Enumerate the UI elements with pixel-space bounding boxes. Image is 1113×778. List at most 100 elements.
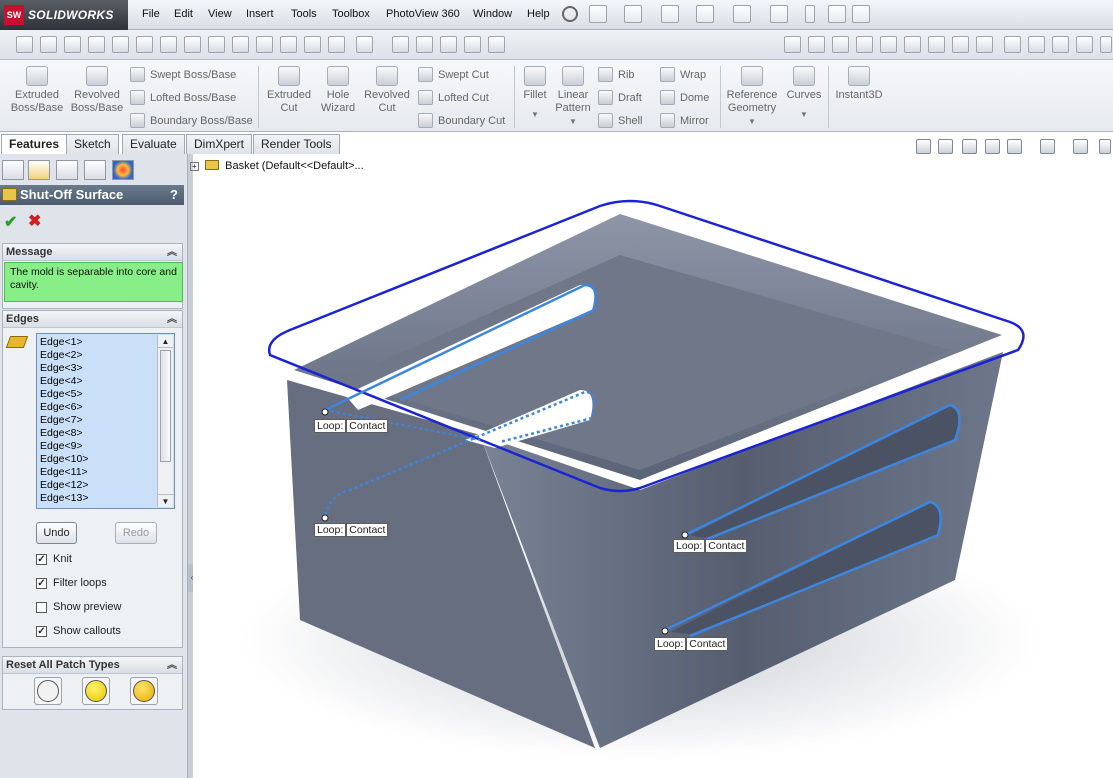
edges-group-header[interactable]: Edges ︽ bbox=[3, 311, 182, 328]
parting-lines-icon[interactable] bbox=[88, 36, 105, 53]
list-item[interactable]: Edge<1> bbox=[37, 336, 174, 349]
checkbox-box[interactable]: ✓ bbox=[36, 553, 47, 565]
structural-member-icon[interactable] bbox=[416, 36, 433, 53]
zoom-to-fit-icon[interactable] bbox=[916, 139, 931, 154]
surface-icon-7[interactable] bbox=[1076, 36, 1093, 53]
hide-show-icon[interactable] bbox=[1073, 139, 1088, 154]
scroll-thumb[interactable] bbox=[160, 350, 171, 462]
options-icon[interactable] bbox=[852, 5, 870, 23]
menu-window[interactable]: Window bbox=[473, 8, 512, 20]
callout-type-label[interactable]: Contact bbox=[686, 637, 729, 651]
undo-button[interactable]: Undo bbox=[36, 522, 77, 544]
surface-icon-6[interactable] bbox=[1052, 36, 1069, 53]
menu-tools[interactable]: Tools bbox=[291, 8, 317, 20]
collapse-chevron-icon[interactable]: ︽ bbox=[167, 657, 177, 674]
display-style-icon[interactable] bbox=[1040, 139, 1055, 154]
curves-button[interactable]: Curves ▼ bbox=[784, 66, 824, 121]
list-item[interactable]: Edge<3> bbox=[37, 362, 174, 375]
list-item[interactable]: Edge<9> bbox=[37, 440, 174, 453]
curves-dropdown-icon[interactable]: ▼ bbox=[784, 108, 824, 121]
display-manager-tab-icon[interactable] bbox=[112, 160, 134, 180]
weldments-icon[interactable] bbox=[392, 36, 409, 53]
list-item[interactable]: Edge<6> bbox=[37, 401, 174, 414]
linear-pattern-dropdown-icon[interactable]: ▼ bbox=[552, 115, 594, 128]
fillet-button[interactable]: Fillet ▼ bbox=[518, 66, 552, 121]
tab-sketch[interactable]: Sketch bbox=[66, 134, 119, 154]
property-manager-tab-icon[interactable] bbox=[28, 160, 50, 180]
checkbox-box[interactable]: ✓ bbox=[36, 577, 47, 589]
wrap-button[interactable]: Wrap bbox=[660, 67, 706, 82]
scroll-down-icon[interactable]: ▼ bbox=[158, 494, 173, 507]
filter-loops-checkbox[interactable]: ✓ Filter loops bbox=[36, 577, 107, 589]
dimxpert-manager-tab-icon[interactable] bbox=[84, 160, 106, 180]
core-icon[interactable] bbox=[232, 36, 249, 53]
callout-type-label[interactable]: Contact bbox=[346, 523, 389, 537]
sheet-metal-icon-6[interactable] bbox=[904, 36, 921, 53]
lofted-boss-button[interactable]: Lofted Boss/Base bbox=[130, 90, 236, 105]
list-item[interactable]: Edge<11> bbox=[37, 466, 174, 479]
menu-help[interactable]: Help bbox=[527, 8, 550, 20]
show-preview-checkbox[interactable]: Show preview bbox=[36, 601, 121, 613]
surface-icon-3[interactable] bbox=[976, 36, 993, 53]
sheet-metal-icon-5[interactable] bbox=[880, 36, 897, 53]
view-orientation-icon[interactable] bbox=[1007, 139, 1022, 154]
list-item[interactable]: Edge<2> bbox=[37, 349, 174, 362]
balance-icon[interactable] bbox=[64, 36, 81, 53]
spell-check-icon[interactable] bbox=[16, 36, 33, 53]
knit-checkbox[interactable]: ✓ Knit bbox=[36, 553, 72, 565]
undo-icon[interactable] bbox=[733, 5, 751, 23]
message-group-header[interactable]: Message ︽ bbox=[3, 244, 182, 261]
end-cap-icon[interactable] bbox=[464, 36, 481, 53]
configuration-manager-tab-icon[interactable] bbox=[56, 160, 78, 180]
surface-icon-1[interactable] bbox=[928, 36, 945, 53]
reset-patch-group-header[interactable]: Reset All Patch Types ︽ bbox=[3, 657, 182, 674]
list-item[interactable]: Edge<7> bbox=[37, 414, 174, 427]
menu-view[interactable]: View bbox=[208, 8, 232, 20]
open-icon[interactable] bbox=[624, 5, 642, 23]
basket-model[interactable] bbox=[193, 154, 1113, 778]
shell-button[interactable]: Shell bbox=[598, 113, 642, 128]
surface-icon-2[interactable] bbox=[952, 36, 969, 53]
collapse-chevron-icon[interactable]: ︽ bbox=[167, 311, 177, 328]
linear-pattern-button[interactable]: Linear Pattern ▼ bbox=[552, 66, 594, 128]
list-item[interactable]: Edge<5> bbox=[37, 388, 174, 401]
cancel-x-icon[interactable]: ✖ bbox=[28, 211, 41, 231]
shut-off-icon[interactable] bbox=[112, 36, 129, 53]
mirror-button[interactable]: Mirror bbox=[660, 113, 709, 128]
list-item[interactable]: Edge<10> bbox=[37, 453, 174, 466]
tab-evaluate[interactable]: Evaluate bbox=[122, 134, 185, 154]
revolved-cut-button[interactable]: Revolved Cut bbox=[360, 66, 414, 115]
menu-edit[interactable]: Edit bbox=[174, 8, 193, 20]
draft-button[interactable]: Draft bbox=[598, 90, 642, 105]
scale-icon[interactable] bbox=[40, 36, 57, 53]
hole-wizard-button[interactable]: Hole Wizard bbox=[316, 66, 360, 115]
menu-insert[interactable]: Insert bbox=[246, 8, 274, 20]
extruded-cut-button[interactable]: Extruded Cut bbox=[262, 66, 316, 115]
menu-toolbox[interactable]: Toolbox bbox=[332, 8, 370, 20]
zoom-to-area-icon[interactable] bbox=[938, 139, 953, 154]
gusset-icon[interactable] bbox=[440, 36, 457, 53]
help-icon[interactable]: ? bbox=[170, 185, 178, 205]
insert-mold-icon[interactable] bbox=[356, 36, 373, 53]
fillet-dropdown-icon[interactable]: ▼ bbox=[518, 108, 552, 121]
trim-extend-icon[interactable] bbox=[488, 36, 505, 53]
rebuild-icon[interactable] bbox=[805, 5, 815, 23]
edges-list[interactable]: Edge<1> Edge<2> Edge<3> Edge<4> Edge<5> … bbox=[36, 333, 175, 509]
tab-dimxpert[interactable]: DimXpert bbox=[186, 134, 253, 154]
ruled-surface-icon[interactable] bbox=[160, 36, 177, 53]
file-properties-icon[interactable] bbox=[828, 5, 846, 23]
tab-features[interactable]: Features bbox=[1, 134, 68, 155]
list-item[interactable]: Edge<13> bbox=[37, 492, 174, 505]
surface-icon-8[interactable] bbox=[1100, 36, 1112, 53]
select-icon[interactable] bbox=[770, 5, 788, 23]
pin-icon[interactable] bbox=[562, 6, 578, 22]
swept-boss-button[interactable]: Swept Boss/Base bbox=[130, 67, 236, 82]
boundary-boss-button[interactable]: Boundary Boss/Base bbox=[130, 113, 253, 128]
rib-button[interactable]: Rib bbox=[598, 67, 635, 82]
callout-type-label[interactable]: Contact bbox=[346, 419, 389, 433]
checkbox-box[interactable] bbox=[36, 601, 47, 613]
new-document-icon[interactable] bbox=[589, 5, 607, 23]
list-item[interactable]: Edge<8> bbox=[37, 427, 174, 440]
dome-button[interactable]: Dome bbox=[660, 90, 709, 105]
swept-cut-button[interactable]: Swept Cut bbox=[418, 67, 489, 82]
